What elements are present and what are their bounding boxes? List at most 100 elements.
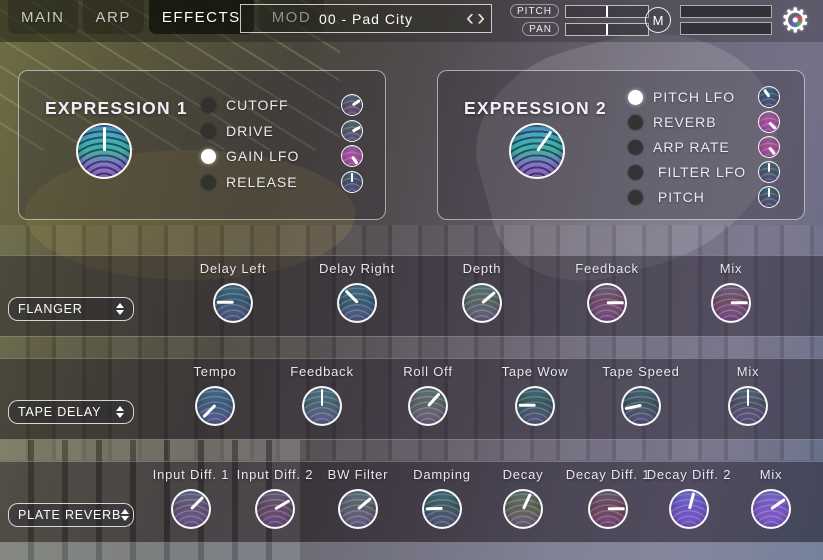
radio-filter-lfo[interactable]: [628, 165, 643, 180]
option-label-arp-rate: ARP RATE: [653, 139, 748, 155]
knob-group-roll-off: Roll Off: [383, 364, 473, 426]
preset-selector[interactable]: 00 - Pad City ‹ ›: [240, 4, 492, 33]
radio-gain-lfo[interactable]: [201, 149, 216, 164]
gear-glyph: ⚙: [780, 1, 810, 41]
radio-pitch[interactable]: [628, 190, 643, 205]
knob-tempo[interactable]: [195, 386, 235, 426]
knob-pointer: [536, 131, 552, 152]
knob-group-delay-left: Delay Left: [188, 261, 278, 323]
knob-tape-wow[interactable]: [515, 386, 555, 426]
pan-slider-handle[interactable]: [606, 24, 608, 35]
expression-2-panel: EXPRESSION 2 PITCH LFO REVERB ARP RATE F…: [437, 70, 805, 220]
knob-input-diff-1[interactable]: [171, 489, 211, 529]
plate-reverb-band: PLATE REVERB Input Diff. 1 Input Diff. 2…: [0, 461, 823, 543]
pitch-pan-controls: PITCH PAN: [510, 4, 649, 40]
knob-pitch[interactable]: [758, 186, 780, 208]
knob-flanger-feedback[interactable]: [587, 283, 627, 323]
knob-label: Tape Speed: [596, 364, 686, 380]
option-label-reverb: REVERB: [653, 114, 748, 130]
preset-next-icon[interactable]: ›: [477, 2, 485, 34]
radio-pitch-lfo[interactable]: [628, 90, 643, 105]
tab-effects[interactable]: EFFECTS: [149, 0, 254, 34]
knob-pointer: [768, 121, 776, 129]
knob-bw-filter[interactable]: [338, 489, 378, 529]
knob-gain-lfo[interactable]: [341, 145, 363, 167]
preset-prev-icon[interactable]: ‹: [466, 2, 474, 34]
knob-damping[interactable]: [422, 489, 462, 529]
effect-selector-tape-delay[interactable]: TAPE DELAY: [8, 400, 134, 424]
knob-reverb[interactable]: [758, 111, 780, 133]
knob-group-tape-wow: Tape Wow: [490, 364, 580, 426]
knob-tape-mix[interactable]: [728, 386, 768, 426]
settings-gear-icon[interactable]: ⚙: [780, 1, 818, 41]
radio-release[interactable]: [201, 175, 216, 190]
expression-2-main-knob[interactable]: [509, 123, 565, 179]
knob-pointer: [351, 99, 360, 106]
radio-cutoff[interactable]: [201, 98, 216, 113]
updown-icon: [116, 303, 124, 316]
knob-decay-diff-1[interactable]: [588, 489, 628, 529]
knob-pointer: [747, 389, 750, 406]
knob-group-input-diff-2: Input Diff. 2: [230, 467, 320, 529]
plugin-window: MAIN ARP EFFECTS MOD 00 - Pad City ‹ › P…: [0, 0, 823, 560]
knob-group-decay-diff-1: Decay Diff. 1: [563, 467, 653, 529]
tab-arp[interactable]: ARP: [83, 0, 144, 34]
level-meters: [680, 5, 772, 39]
option-label-drive: DRIVE: [226, 123, 331, 139]
knob-label: Roll Off: [383, 364, 473, 380]
updown-icon: [116, 406, 124, 419]
knob-label: Feedback: [562, 261, 652, 277]
knob-decay[interactable]: [503, 489, 543, 529]
knob-input-diff-2[interactable]: [255, 489, 295, 529]
knob-depth[interactable]: [462, 283, 502, 323]
knob-roll-off[interactable]: [408, 386, 448, 426]
pitch-slider-handle[interactable]: [606, 6, 608, 17]
knob-tape-feedback[interactable]: [302, 386, 342, 426]
level-meter-top: [680, 5, 772, 18]
knob-pointer: [768, 188, 771, 197]
expression-1-main-knob[interactable]: [76, 123, 132, 179]
expression-1-option-drive: DRIVE: [201, 119, 363, 143]
knob-release[interactable]: [341, 171, 363, 193]
effect-selector-flanger[interactable]: FLANGER: [8, 297, 134, 321]
knob-label: Depth: [437, 261, 527, 277]
effect-selector-plate-reverb[interactable]: PLATE REVERB: [8, 503, 134, 527]
tab-main[interactable]: MAIN: [8, 0, 78, 34]
knob-group-damping: Damping: [397, 467, 487, 529]
knob-tape-speed[interactable]: [621, 386, 661, 426]
pan-slider[interactable]: [565, 23, 649, 36]
option-label-filter-lfo: FILTER LFO: [653, 164, 748, 180]
knob-reverb-mix[interactable]: [751, 489, 791, 529]
pitch-slider[interactable]: [565, 5, 649, 18]
expression-2-option-pitch-lfo: PITCH LFO: [628, 85, 780, 109]
knob-delay-right[interactable]: [337, 283, 377, 323]
knob-pointer: [216, 302, 233, 305]
radio-drive[interactable]: [201, 124, 216, 139]
knob-pointer: [344, 290, 357, 303]
knob-label: Input Diff. 1: [146, 467, 236, 483]
level-meter-bottom: [680, 22, 772, 35]
preset-name: 00 - Pad City: [241, 5, 491, 33]
option-label-pitch: PITCH: [653, 189, 748, 205]
radio-arp-rate[interactable]: [628, 140, 643, 155]
knob-pointer: [274, 500, 290, 510]
knob-arp-rate[interactable]: [758, 136, 780, 158]
knob-pointer: [190, 496, 203, 509]
knob-pointer: [481, 291, 495, 304]
knob-drive[interactable]: [341, 120, 363, 142]
radio-reverb[interactable]: [628, 115, 643, 130]
knob-group-flanger-feedback: Feedback: [562, 261, 652, 323]
mute-button[interactable]: M: [645, 7, 671, 33]
knob-pointer: [768, 163, 771, 172]
knob-flanger-mix[interactable]: [711, 283, 751, 323]
knob-pitch-lfo[interactable]: [758, 86, 780, 108]
knob-cutoff[interactable]: [341, 94, 363, 116]
knob-label: Mix: [726, 467, 816, 483]
knob-delay-left[interactable]: [213, 283, 253, 323]
effect-name: FLANGER: [18, 302, 116, 316]
knob-filter-lfo[interactable]: [758, 161, 780, 183]
knob-group-bw-filter: BW Filter: [313, 467, 403, 529]
expression-1-option-cutoff: CUTOFF: [201, 93, 363, 117]
knob-pointer: [768, 146, 776, 155]
knob-decay-diff-2[interactable]: [669, 489, 709, 529]
